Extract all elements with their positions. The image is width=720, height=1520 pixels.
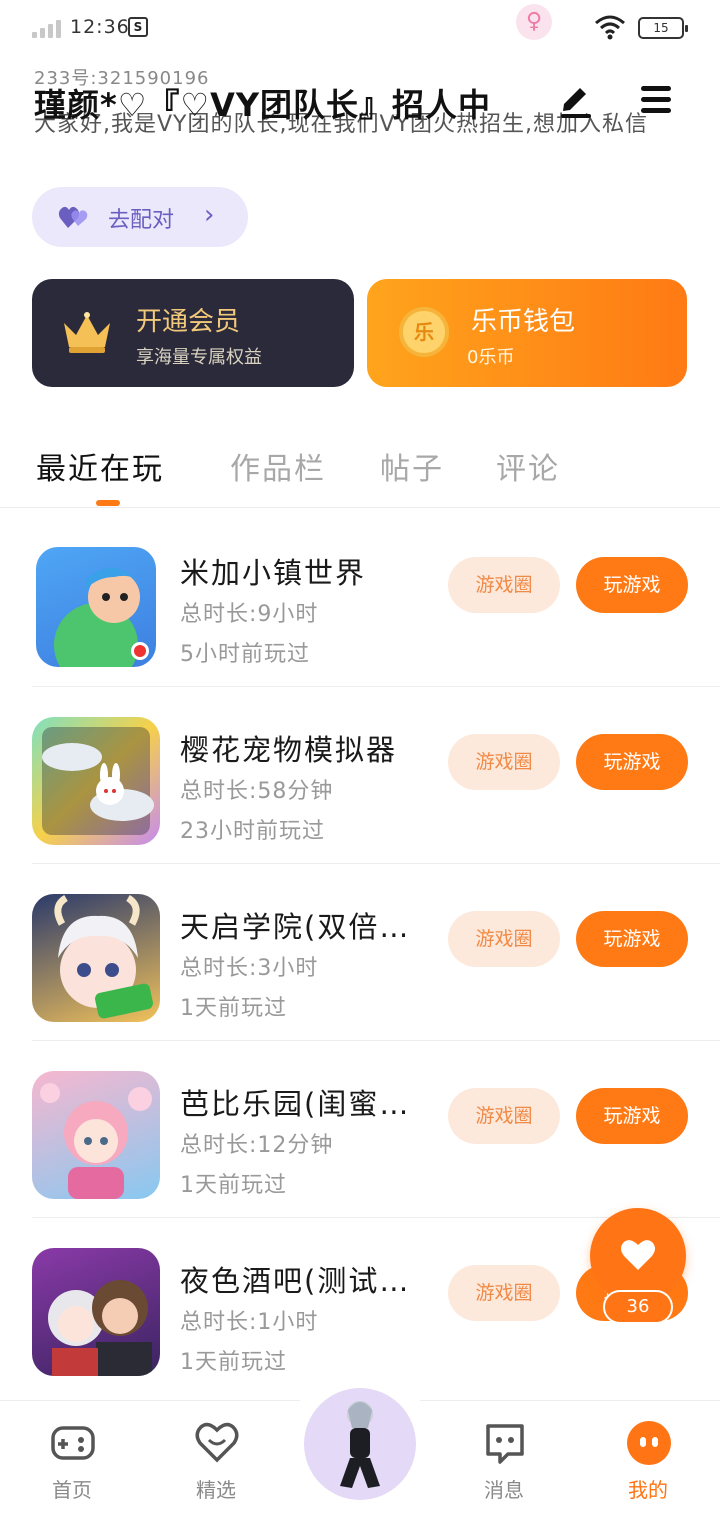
profile-face-icon	[627, 1421, 671, 1465]
game-circle-button[interactable]: 游戏圈	[448, 1088, 560, 1144]
game-circle-button[interactable]: 游戏圈	[448, 1265, 560, 1321]
heart-icon	[621, 1240, 655, 1270]
nav-label: 首页	[52, 1478, 92, 1502]
game-name: 樱花宠物模拟器	[180, 733, 398, 767]
profile-tabs: 最近在玩 作品栏 帖子 评论	[0, 440, 720, 508]
game-name: 夜色酒吧(测试…	[180, 1264, 411, 1298]
wallet-balance: 0乐币	[467, 347, 515, 368]
game-total-time: 总时长:3小时	[180, 956, 319, 981]
user-nickname: 瑾颜*♡『♡VY团队长』招人中	[34, 86, 492, 124]
game-row: 樱花宠物模拟器 总时长:58分钟 23小时前玩过 游戏圈 玩游戏	[0, 687, 720, 864]
game-circle-button[interactable]: 游戏圈	[448, 734, 560, 790]
signal-icon	[32, 18, 62, 38]
game-last-played: 5小时前玩过	[180, 642, 310, 667]
nav-item-me[interactable]: 我的	[603, 1420, 693, 1510]
pen-icon	[561, 88, 591, 118]
status-time: 12:36	[70, 16, 130, 38]
heart-chat-icon	[195, 1422, 239, 1463]
game-last-played: 23小时前玩过	[180, 819, 325, 844]
vip-title: 开通会员	[136, 307, 241, 337]
wallet-card[interactable]: 乐 乐币钱包 0乐币	[367, 279, 687, 387]
game-thumbnail[interactable]	[32, 1071, 160, 1199]
nav-label: 精选	[196, 1478, 236, 1502]
tab-works[interactable]: 作品栏	[230, 444, 326, 488]
game-total-time: 总时长:9小时	[180, 602, 319, 627]
nav-item-messages[interactable]: 消息	[459, 1420, 549, 1510]
tab-recent[interactable]: 最近在玩	[36, 444, 164, 488]
game-row: 米加小镇世界 总时长:9小时 5小时前玩过 游戏圈 玩游戏	[0, 510, 720, 687]
gamepad-icon	[51, 1426, 95, 1460]
center-character-button[interactable]	[304, 1388, 416, 1500]
like-count-badge: 36	[603, 1290, 673, 1324]
double-heart-icon	[58, 206, 88, 228]
game-last-played: 1天前玩过	[180, 996, 287, 1021]
game-row: 芭比乐园(闺蜜… 总时长:12分钟 1天前玩过 游戏圈 玩游戏	[0, 1041, 720, 1218]
message-icon	[486, 1424, 524, 1464]
play-game-button[interactable]: 玩游戏	[576, 1088, 688, 1144]
character-avatar-icon	[340, 1401, 380, 1488]
play-game-button[interactable]: 玩游戏	[576, 911, 688, 967]
chevron-right-icon: ›	[204, 200, 215, 230]
sim-icon: S	[128, 17, 148, 37]
coin-icon: 乐	[399, 307, 449, 357]
game-thumbnail[interactable]	[36, 547, 156, 667]
wallet-title: 乐币钱包	[471, 307, 576, 337]
nav-item-featured[interactable]: 精选	[171, 1420, 261, 1510]
female-icon: ♀	[516, 4, 552, 40]
menu-button[interactable]	[634, 78, 678, 122]
nav-item-home[interactable]: 首页	[27, 1420, 117, 1510]
play-game-button[interactable]: 玩游戏	[576, 557, 688, 613]
game-name: 芭比乐园(闺蜜…	[180, 1087, 411, 1121]
game-total-time: 总时长:1小时	[180, 1310, 319, 1335]
game-last-played: 1天前玩过	[180, 1350, 287, 1375]
game-total-time: 总时长:12分钟	[180, 1133, 334, 1158]
match-button-label: 去配对	[108, 208, 175, 233]
game-circle-button[interactable]: 游戏圈	[448, 557, 560, 613]
tab-comments[interactable]: 评论	[496, 444, 560, 488]
nav-label: 消息	[484, 1478, 524, 1502]
vip-subtitle: 享海量专属权益	[136, 347, 262, 368]
game-total-time: 总时长:58分钟	[180, 779, 334, 804]
tab-posts[interactable]: 帖子	[380, 444, 444, 488]
tab-indicator	[96, 500, 120, 506]
game-row: 天启学院(双倍… 总时长:3小时 1天前玩过 游戏圈 玩游戏	[0, 864, 720, 1041]
game-circle-button[interactable]: 游戏圈	[448, 911, 560, 967]
vip-card[interactable]: 开通会员 享海量专属权益	[32, 279, 354, 387]
game-name: 天启学院(双倍…	[180, 910, 411, 944]
game-last-played: 1天前玩过	[180, 1173, 287, 1198]
game-thumbnail[interactable]	[32, 717, 160, 845]
edit-profile-button[interactable]	[554, 78, 598, 122]
wifi-icon	[595, 15, 625, 40]
crown-icon	[64, 312, 110, 353]
status-bar: 12:36 S ♀ 15	[0, 0, 720, 58]
nav-label: 我的	[628, 1478, 668, 1502]
game-thumbnail[interactable]	[32, 1248, 160, 1376]
game-name: 米加小镇世界	[180, 556, 367, 590]
play-game-button[interactable]: 玩游戏	[576, 734, 688, 790]
battery-icon: 15	[638, 17, 688, 39]
game-thumbnail[interactable]	[32, 894, 160, 1022]
match-button[interactable]: 去配对 ›	[32, 187, 248, 247]
